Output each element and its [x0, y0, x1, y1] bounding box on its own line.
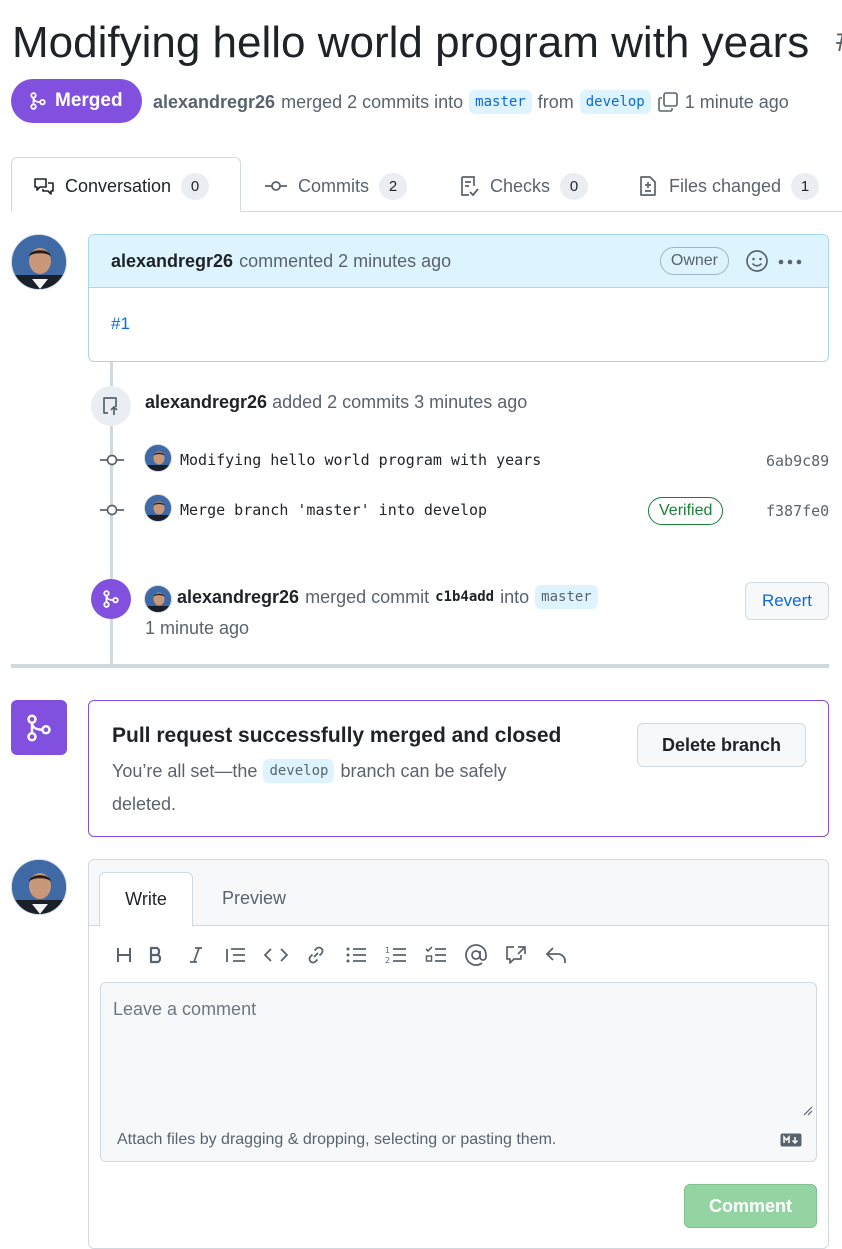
- comment-author[interactable]: alexandregr26: [111, 251, 233, 272]
- event-text: added 2 commits 3 minutes ago: [272, 392, 528, 412]
- avatar[interactable]: [11, 234, 67, 290]
- code-icon[interactable]: [256, 940, 296, 970]
- tab-checks[interactable]: Checks 0: [458, 170, 589, 202]
- desc-text: branch can be safely: [340, 760, 507, 781]
- svg-text:2: 2: [385, 956, 390, 965]
- resize-handle-icon[interactable]: [801, 1104, 813, 1116]
- comment-card: alexandregr26 commented 2 minutes ago Ow…: [88, 234, 829, 362]
- tasklist-icon[interactable]: [416, 940, 456, 970]
- commit-message-link[interactable]: Modifying hello world program with years: [180, 445, 541, 475]
- comment-action[interactable]: commented 2 minutes ago: [239, 251, 451, 272]
- link-icon[interactable]: [296, 940, 336, 970]
- from-text: from: [537, 91, 574, 112]
- avatar[interactable]: [11, 859, 67, 915]
- pr-number: #: [836, 18, 842, 60]
- commit-message-link[interactable]: Merge branch 'master' into develop: [180, 495, 487, 525]
- pr-time: 1 minute ago: [684, 91, 789, 112]
- avatar[interactable]: [144, 585, 172, 613]
- git-merge-icon: [11, 700, 67, 755]
- tab-label: Conversation: [65, 175, 172, 196]
- merge-text: merged 2 commits into: [281, 91, 464, 112]
- commit-sha-link[interactable]: 6ab9c89: [766, 452, 829, 470]
- comment-placeholder: Leave a comment: [113, 999, 257, 1019]
- commits-added-event: alexandregr26 added 2 commits 3 minutes …: [145, 392, 527, 413]
- unordered-list-icon[interactable]: [336, 940, 376, 970]
- merged-status-label: Merged: [55, 90, 123, 111]
- tab-counter: 0: [181, 172, 210, 200]
- owner-badge: Owner: [659, 247, 729, 275]
- event-author[interactable]: alexandregr26: [177, 587, 299, 608]
- tab-conversation[interactable]: Conversation 0: [33, 170, 210, 202]
- git-commit-icon: [100, 499, 124, 521]
- tab-label: Commits: [298, 175, 369, 196]
- deletable-branch[interactable]: develop: [263, 759, 335, 783]
- event-author[interactable]: alexandregr26: [145, 392, 267, 412]
- desc-text: You’re all set—the: [112, 760, 258, 781]
- head-branch[interactable]: develop: [579, 90, 651, 114]
- timeline-separator: [11, 664, 829, 668]
- comment-header: alexandregr26 commented 2 minutes ago Ow…: [89, 235, 828, 288]
- tab-label: Files changed: [669, 175, 782, 196]
- comment-body-link[interactable]: #1: [89, 288, 828, 360]
- merge-commit-sha[interactable]: c1b4add: [435, 589, 494, 605]
- tab-preview[interactable]: Preview: [222, 888, 286, 909]
- attach-text: Attach files by dragging & dropping, sel…: [117, 1130, 557, 1148]
- verified-badge[interactable]: Verified: [648, 497, 724, 525]
- reply-icon[interactable]: [536, 940, 576, 970]
- avatar[interactable]: [144, 494, 172, 522]
- mention-icon[interactable]: [456, 940, 496, 970]
- pr-meta: alexandregr26 merged 2 commits into mast…: [153, 86, 789, 118]
- tab-counter: 1: [791, 172, 820, 200]
- attach-files-bar[interactable]: Attach files by dragging & dropping, sel…: [100, 1118, 817, 1162]
- comment-discussion-icon: [33, 176, 55, 196]
- merge-target-branch[interactable]: master: [535, 585, 598, 609]
- file-diff-icon: [637, 175, 659, 197]
- tab-counter: 2: [379, 172, 407, 200]
- tab-commits[interactable]: Commits 2: [264, 170, 407, 202]
- checklist-icon: [458, 175, 480, 197]
- quote-icon[interactable]: [216, 940, 256, 970]
- kebab-horizontal-icon[interactable]: [778, 259, 802, 265]
- markdown-toolbar: 12: [112, 940, 576, 970]
- avatar[interactable]: [144, 444, 172, 472]
- base-branch[interactable]: master: [469, 90, 532, 114]
- form-tab-bar: [89, 860, 828, 926]
- into-text: into: [500, 586, 530, 607]
- repo-push-icon: [91, 386, 131, 426]
- merge-time: 1 minute ago: [145, 618, 250, 638]
- markdown-icon[interactable]: [780, 1133, 802, 1147]
- desc-end: deleted.: [112, 794, 177, 814]
- comment-textarea[interactable]: Leave a comment: [100, 982, 817, 1119]
- svg-text:1: 1: [385, 946, 390, 955]
- tab-write[interactable]: Write: [99, 872, 193, 927]
- comment-submit-button[interactable]: Comment: [684, 1184, 817, 1228]
- merged-status-badge: Merged: [11, 79, 142, 123]
- heading-icon[interactable]: [112, 940, 136, 970]
- tab-files-changed[interactable]: Files changed 1: [637, 170, 820, 202]
- merged-title: Pull request successfully merged and clo…: [112, 724, 562, 747]
- git-commit-icon: [264, 176, 288, 196]
- tab-counter: 0: [560, 172, 589, 200]
- copy-icon[interactable]: [657, 91, 679, 113]
- pr-author-link[interactable]: alexandregr26: [153, 92, 275, 113]
- git-merge-icon: [29, 91, 47, 111]
- cross-reference-icon[interactable]: [496, 940, 536, 970]
- event-text: merged commit: [305, 586, 430, 607]
- commit-sha-link[interactable]: f387fe0: [766, 502, 829, 520]
- revert-button[interactable]: Revert: [745, 582, 829, 620]
- git-commit-icon: [100, 449, 124, 471]
- bold-icon[interactable]: [136, 940, 176, 970]
- merged-description: You’re all set—the develop branch can be…: [112, 759, 507, 783]
- italic-icon[interactable]: [176, 940, 216, 970]
- pr-title: Modifying hello world program with years: [12, 18, 810, 67]
- git-merge-icon: [91, 579, 131, 619]
- ordered-list-icon[interactable]: 12: [376, 940, 416, 970]
- smiley-icon[interactable]: [745, 249, 769, 273]
- merge-event: alexandregr26 merged commit c1b4add into…: [177, 585, 598, 609]
- delete-branch-button[interactable]: Delete branch: [637, 723, 806, 767]
- tab-label: Checks: [490, 175, 551, 196]
